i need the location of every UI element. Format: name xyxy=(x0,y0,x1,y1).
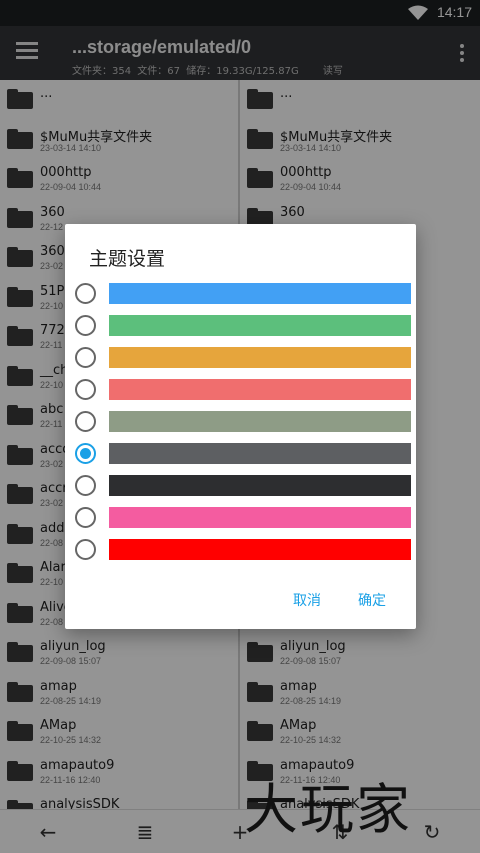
theme-radio[interactable] xyxy=(75,507,96,528)
theme-settings-dialog: 主题设置 取消 确定 xyxy=(65,224,416,629)
ok-button[interactable]: 确定 xyxy=(358,590,386,610)
theme-radio[interactable] xyxy=(75,379,96,400)
theme-option[interactable] xyxy=(65,406,416,438)
theme-color-swatch[interactable] xyxy=(109,443,411,464)
theme-option[interactable] xyxy=(65,342,416,374)
cancel-button[interactable]: 取消 xyxy=(293,590,321,610)
theme-radio[interactable] xyxy=(75,347,96,368)
theme-option[interactable] xyxy=(65,502,416,534)
theme-radio[interactable] xyxy=(75,475,96,496)
dialog-title: 主题设置 xyxy=(89,248,166,270)
theme-color-swatch[interactable] xyxy=(109,315,411,336)
theme-color-swatch[interactable] xyxy=(109,347,411,368)
theme-color-swatch[interactable] xyxy=(109,379,411,400)
theme-option[interactable] xyxy=(65,534,416,566)
theme-radio[interactable] xyxy=(75,411,96,432)
theme-option[interactable] xyxy=(65,374,416,406)
theme-color-swatch[interactable] xyxy=(109,411,411,432)
theme-color-swatch[interactable] xyxy=(109,475,411,496)
theme-radio[interactable] xyxy=(75,283,96,304)
theme-option[interactable] xyxy=(65,470,416,502)
watermark-logo: 大玩家 xyxy=(244,778,412,841)
theme-color-swatch[interactable] xyxy=(109,507,411,528)
theme-radio[interactable] xyxy=(75,539,96,560)
theme-option[interactable] xyxy=(65,278,416,310)
theme-color-swatch[interactable] xyxy=(109,283,411,304)
theme-option[interactable] xyxy=(65,438,416,470)
theme-option[interactable] xyxy=(65,310,416,342)
theme-radio[interactable] xyxy=(75,443,96,464)
theme-radio[interactable] xyxy=(75,315,96,336)
theme-color-swatch[interactable] xyxy=(109,539,411,560)
